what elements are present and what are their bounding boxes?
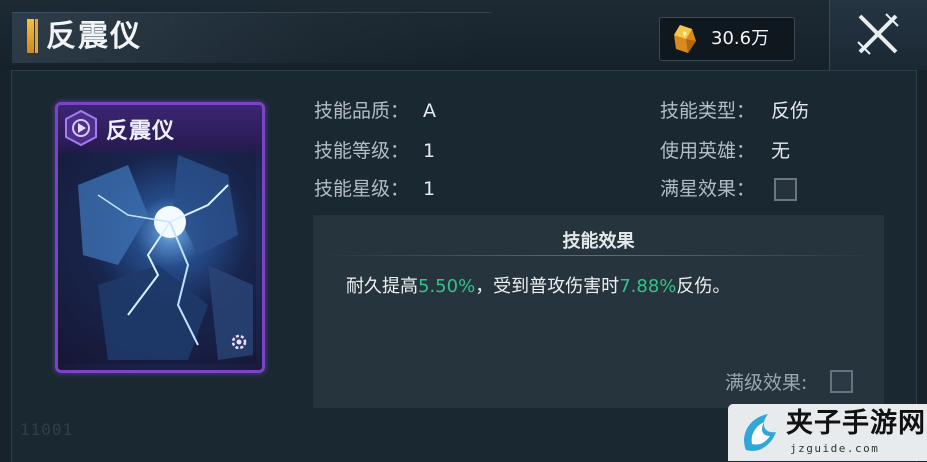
- card-artwork: [58, 145, 256, 364]
- skill-emblem-icon: [65, 109, 97, 147]
- type-label: 技能类型：: [660, 100, 756, 122]
- watermark-logo-icon: [744, 414, 776, 451]
- skill-card[interactable]: 反震仪: [55, 102, 265, 373]
- effect-description: 耐久提高5.50%，受到普攻伤害时7.88%反伤。: [346, 272, 730, 298]
- level-value: 1: [423, 140, 436, 162]
- close-icon: [857, 13, 899, 55]
- footer-code: 11001: [20, 420, 74, 439]
- watermark: 夹子手游网 jzguide.com: [728, 404, 927, 461]
- card-title: 反震仪: [106, 119, 176, 144]
- effect-divider: [319, 255, 878, 256]
- level-label: 技能等级：: [314, 140, 410, 162]
- star-value: 1: [423, 178, 436, 200]
- currency-value: 30.6万: [711, 28, 770, 49]
- type-value: 反伤: [771, 100, 810, 122]
- maxlevel-checkbox[interactable]: [830, 370, 853, 393]
- gear-icon: [231, 334, 247, 350]
- title-accent-bar: [27, 19, 34, 53]
- fullstar-label: 满星效果：: [660, 178, 756, 200]
- quality-value: A: [423, 100, 436, 122]
- currency-display[interactable]: 30.6万: [659, 17, 795, 61]
- watermark-subtext: jzguide.com: [790, 442, 880, 455]
- effect-text-2: ，受到普攻伤害时: [475, 276, 620, 297]
- effect-value-2: 7.88%: [619, 276, 677, 297]
- fullstar-checkbox[interactable]: [774, 178, 797, 201]
- quality-label: 技能品质：: [314, 100, 410, 122]
- title-accent-bar-thin: [35, 19, 38, 53]
- maxlevel-label: 满级效果:: [725, 372, 808, 394]
- page-title: 反震仪: [46, 19, 142, 54]
- close-button[interactable]: [829, 0, 927, 70]
- crystal-icon: [674, 25, 696, 53]
- hero-value: 无: [771, 140, 791, 162]
- hero-label: 使用英雄：: [660, 140, 756, 162]
- skill-effect-box: 技能效果 耐久提高5.50%，受到普攻伤害时7.88%反伤。 满级效果:: [313, 215, 884, 408]
- watermark-text: 夹子手游网: [786, 408, 926, 439]
- effect-text-1: 耐久提高: [346, 276, 418, 297]
- effect-value-1: 5.50%: [418, 276, 476, 297]
- effect-title: 技能效果: [562, 231, 635, 252]
- star-label: 技能星级：: [314, 178, 410, 200]
- effect-text-3: 反伤。: [676, 276, 731, 297]
